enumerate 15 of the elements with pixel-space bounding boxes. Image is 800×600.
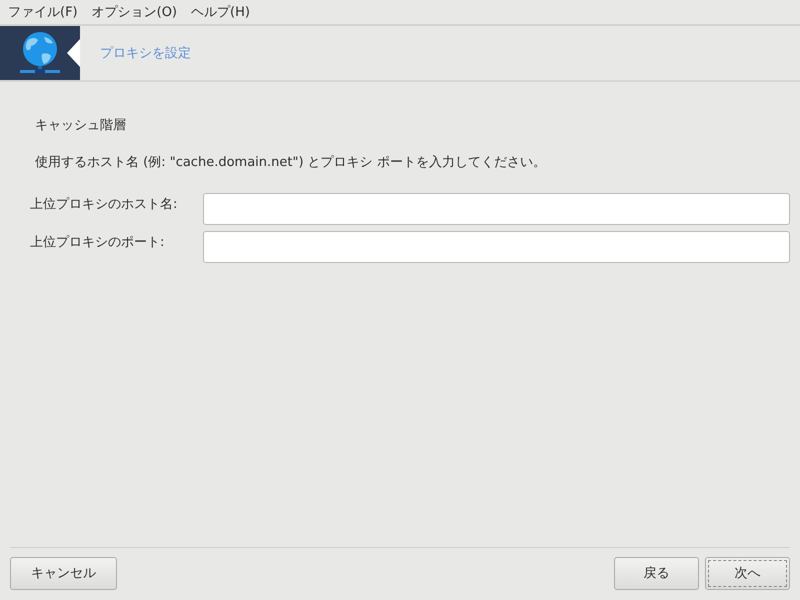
- menu-item[interactable]: オプション(O): [86, 3, 184, 21]
- field-label: 上位プロキシのポート:: [30, 234, 166, 252]
- section-title: キャッシュ階層: [35, 117, 127, 134]
- header-title: プロキシを設定: [100, 45, 191, 62]
- menu-item[interactable]: ヘルプ(H): [185, 3, 256, 21]
- next-button[interactable]: 次へ: [705, 556, 790, 590]
- description-text: 使用するホスト名 (例: "cache.domain.net") とプロキシ ポートを入力してください。: [35, 154, 547, 171]
- globe-network-icon: [18, 30, 62, 76]
- cancel-button[interactable]: キャンセル: [10, 556, 117, 590]
- input-field[interactable]: [203, 231, 790, 263]
- menu-item[interactable]: ファイル(F): [2, 3, 84, 21]
- field-label: 上位プロキシのホスト名:: [30, 196, 178, 214]
- pointer-notch: [67, 39, 80, 67]
- input-field[interactable]: [203, 193, 790, 225]
- back-button[interactable]: 戻る: [614, 556, 699, 590]
